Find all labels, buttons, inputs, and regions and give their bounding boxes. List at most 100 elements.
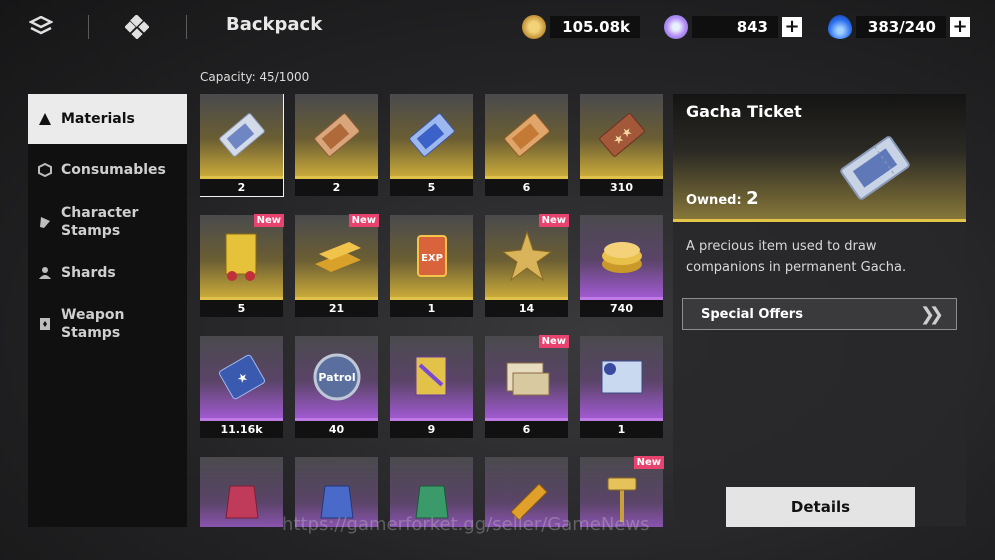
- item-quantity: 21: [295, 300, 378, 317]
- owned-value: 2: [746, 188, 759, 209]
- item-detail-panel: Gacha Ticket Owned: 2 A precious item us…: [673, 94, 966, 526]
- item-title: Gacha Ticket: [686, 102, 802, 121]
- sidebar-item-materials[interactable]: Materials: [28, 94, 187, 144]
- double-chevron-right-icon: ❯❯: [919, 304, 944, 325]
- sidebar-item-weapon-stamps[interactable]: Weapon Stamps: [28, 306, 187, 342]
- item-slot-gold-bars[interactable]: 21 New: [295, 214, 379, 317]
- watermark-text: https://gamerforket.gg/seller/GameNews: [282, 514, 650, 535]
- page-title: Backpack: [226, 14, 323, 35]
- weapon-stamp-icon: [38, 317, 52, 331]
- category-sidebar: Materials Consumables Character Stamps S…: [28, 94, 187, 527]
- item-quantity: 5: [390, 179, 473, 196]
- patrol-badge-icon: Patrol: [295, 336, 378, 418]
- materials-icon: [38, 112, 52, 126]
- gold-star-icon: [485, 215, 568, 297]
- blue-star-ticket-icon: ★: [200, 336, 283, 418]
- copper-ticket-icon: [485, 94, 568, 176]
- sidebar-item-label: Shards: [61, 265, 116, 281]
- sidebar-item-label: Consumables: [61, 162, 166, 178]
- sidebar-item-character-stamps[interactable]: Character Stamps: [28, 204, 187, 240]
- item-quantity: 1: [390, 300, 473, 317]
- gold-coin-icon: [522, 15, 546, 39]
- item-slot-gacha-ticket[interactable]: 2: [200, 94, 284, 197]
- item-quantity: 740: [580, 300, 663, 317]
- item-description: A precious item used to draw companions …: [686, 239, 907, 275]
- exp-card-icon: EXP: [390, 215, 473, 297]
- silver-ticket-icon: [825, 128, 925, 208]
- divider: [186, 15, 187, 39]
- sidebar-item-label: Weapon Stamps: [61, 307, 125, 341]
- scroll-bundle-icon: [485, 336, 568, 418]
- premium-gem-icon: [664, 15, 688, 39]
- item-quantity: 9: [390, 421, 473, 438]
- stamina-flame-icon: [828, 15, 852, 39]
- special-offers-label: Special Offers: [701, 306, 803, 322]
- item-slot-blue-star-ticket[interactable]: ★ 11.16k: [200, 336, 283, 438]
- item-quantity: 14: [485, 300, 568, 317]
- gem-currency: 843 +: [664, 14, 802, 40]
- item-slot-blue-scroll[interactable]: 1: [580, 336, 663, 438]
- silver-ticket-icon: [200, 94, 283, 176]
- item-quantity: 2: [295, 179, 378, 196]
- add-gem-button[interactable]: +: [782, 17, 802, 37]
- gold-currency: 105.08k: [522, 14, 640, 40]
- gem-amount: 843: [692, 16, 778, 38]
- item-quantity: 310: [580, 179, 663, 196]
- item-slot-gold-star[interactable]: 14 New: [485, 214, 569, 317]
- item-slot-copper-ticket[interactable]: 6: [485, 94, 568, 196]
- new-badge: New: [253, 214, 284, 227]
- item-quantity: 6: [485, 421, 568, 438]
- item-quantity: 40: [295, 421, 378, 438]
- item-slot-star-ticket[interactable]: ★★ 310: [580, 94, 663, 196]
- item-quantity: 11.16k: [200, 421, 283, 438]
- sidebar-item-shards[interactable]: Shards: [28, 260, 187, 286]
- top-bar: Backpack 105.08k 843 + 383/240 +: [0, 0, 995, 56]
- detail-header: Gacha Ticket Owned: 2: [673, 94, 966, 222]
- item-slot-bronze-ticket[interactable]: 2: [295, 94, 378, 196]
- gold-amount: 105.08k: [550, 16, 640, 38]
- item-slot-purple-charm[interactable]: 9: [390, 336, 473, 438]
- item-quantity: 1: [580, 421, 663, 438]
- item-slot-scroll-bundle[interactable]: 6 New: [485, 335, 569, 438]
- details-button[interactable]: Details: [726, 487, 915, 527]
- new-badge: New: [538, 335, 569, 348]
- svg-text:EXP: EXP: [421, 253, 443, 264]
- sidebar-item-label: Character Stamps: [61, 205, 139, 239]
- new-badge: New: [348, 214, 379, 227]
- character-stamp-icon: [38, 215, 52, 229]
- sidebar-item-consumables[interactable]: Consumables: [28, 156, 187, 184]
- item-quantity: 6: [485, 179, 568, 196]
- special-offers-button[interactable]: Special Offers ❯❯: [682, 298, 957, 330]
- owned-label: Owned:: [686, 193, 742, 208]
- star-ticket-icon: ★★: [580, 94, 663, 176]
- item-slot-gold-charm[interactable]: 5 New: [200, 214, 284, 317]
- gold-charm-icon: [200, 215, 283, 297]
- blue-scroll-icon: [580, 336, 663, 418]
- item-quantity: 2: [200, 179, 283, 196]
- stamina-amount: 383/240: [856, 16, 946, 38]
- stamina-currency: 383/240 +: [828, 14, 970, 40]
- new-badge: New: [538, 214, 569, 227]
- bronze-ticket-icon: [295, 94, 378, 176]
- item-quantity: 5: [200, 300, 283, 317]
- add-stamina-button[interactable]: +: [950, 17, 970, 37]
- capacity-label: Capacity: 45/1000: [200, 70, 310, 84]
- item-slot-exp-card[interactable]: EXP 1: [390, 215, 473, 317]
- purple-charm-icon: [390, 336, 473, 418]
- menu-icon[interactable]: [28, 14, 54, 40]
- item-slot-patrol-badge[interactable]: Patrol 40: [295, 336, 378, 438]
- consumables-icon: [38, 163, 52, 177]
- divider: [88, 15, 89, 39]
- red-pouch-icon: [200, 457, 283, 527]
- item-slot-red-pouch[interactable]: [200, 457, 283, 527]
- blue-ticket-icon: [390, 94, 473, 176]
- shards-icon: [38, 266, 52, 280]
- owned-count: Owned: 2: [686, 188, 759, 209]
- coin-stack-icon: [580, 215, 663, 297]
- item-slot-blue-ticket[interactable]: 5: [390, 94, 473, 196]
- sidebar-item-label: Materials: [61, 111, 135, 127]
- item-slot-coin-stack[interactable]: 740: [580, 215, 663, 317]
- svg-text:Patrol: Patrol: [318, 371, 355, 384]
- inventory-icon[interactable]: [124, 14, 150, 40]
- gold-bars-icon: [295, 215, 378, 297]
